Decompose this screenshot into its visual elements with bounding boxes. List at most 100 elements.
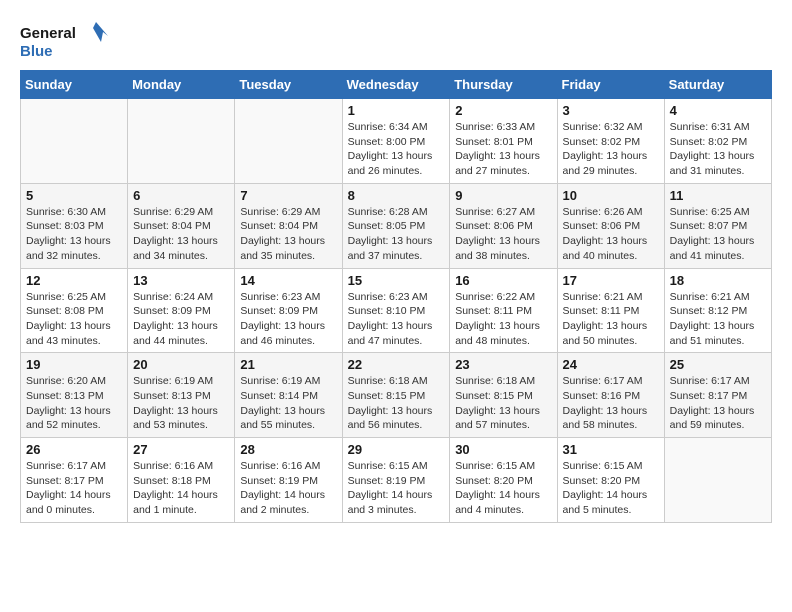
calendar-week-row: 1 Sunrise: 6:34 AM Sunset: 8:00 PM Daylig… [21,99,772,184]
day-number: 30 [455,442,551,457]
day-info: Sunrise: 6:18 AM Sunset: 8:15 PM Dayligh… [348,374,445,433]
calendar-cell: 12 Sunrise: 6:25 AM Sunset: 8:08 PM Dayli… [21,268,128,353]
day-number: 19 [26,357,122,372]
day-info: Sunrise: 6:29 AM Sunset: 8:04 PM Dayligh… [240,205,336,264]
logo: General Blue [20,20,110,60]
calendar-cell: 1 Sunrise: 6:34 AM Sunset: 8:00 PM Daylig… [342,99,450,184]
day-number: 23 [455,357,551,372]
day-info: Sunrise: 6:34 AM Sunset: 8:00 PM Dayligh… [348,120,445,179]
day-info: Sunrise: 6:22 AM Sunset: 8:11 PM Dayligh… [455,290,551,349]
weekday-header: Sunday [21,71,128,99]
weekday-header: Friday [557,71,664,99]
day-number: 10 [563,188,659,203]
day-info: Sunrise: 6:27 AM Sunset: 8:06 PM Dayligh… [455,205,551,264]
day-number: 3 [563,103,659,118]
calendar-cell: 2Sunrise: 6:33 AM Sunset: 8:01 PM Daylig… [450,99,557,184]
calendar-cell [235,99,342,184]
day-number: 4 [670,103,766,118]
day-number: 26 [26,442,122,457]
calendar-cell: 21 Sunrise: 6:19 AM Sunset: 8:14 PM Dayli… [235,353,342,438]
calendar-cell: 25 Sunrise: 6:17 AM Sunset: 8:17 PM Dayli… [664,353,771,438]
day-info: Sunrise: 6:30 AM Sunset: 8:03 PM Dayligh… [26,205,122,264]
weekday-header: Wednesday [342,71,450,99]
weekday-header: Tuesday [235,71,342,99]
day-number: 16 [455,273,551,288]
calendar-cell: 8 Sunrise: 6:28 AM Sunset: 8:05 PM Daylig… [342,183,450,268]
day-number: 11 [670,188,766,203]
day-info: Sunrise: 6:25 AM Sunset: 8:08 PM Dayligh… [26,290,122,349]
calendar-cell: 29 Sunrise: 6:15 AM Sunset: 8:19 PM Dayli… [342,438,450,523]
calendar-week-row: 5 Sunrise: 6:30 AM Sunset: 8:03 PM Daylig… [21,183,772,268]
day-number: 21 [240,357,336,372]
calendar-cell [128,99,235,184]
day-info: Sunrise: 6:17 AM Sunset: 8:17 PM Dayligh… [26,459,122,518]
calendar-cell: 31Sunrise: 6:15 AM Sunset: 8:20 PM Dayli… [557,438,664,523]
calendar-cell: 5 Sunrise: 6:30 AM Sunset: 8:03 PM Daylig… [21,183,128,268]
calendar-header-row: SundayMondayTuesdayWednesdayThursdayFrid… [21,71,772,99]
day-number: 1 [348,103,445,118]
calendar-cell: 19Sunrise: 6:20 AM Sunset: 8:13 PM Dayli… [21,353,128,438]
calendar-cell: 20Sunrise: 6:19 AM Sunset: 8:13 PM Dayli… [128,353,235,438]
day-number: 5 [26,188,122,203]
day-number: 31 [563,442,659,457]
calendar-week-row: 19Sunrise: 6:20 AM Sunset: 8:13 PM Dayli… [21,353,772,438]
day-info: Sunrise: 6:26 AM Sunset: 8:06 PM Dayligh… [563,205,659,264]
calendar-cell: 14 Sunrise: 6:23 AM Sunset: 8:09 PM Dayli… [235,268,342,353]
day-number: 7 [240,188,336,203]
calendar-cell: 18Sunrise: 6:21 AM Sunset: 8:12 PM Dayli… [664,268,771,353]
day-info: Sunrise: 6:23 AM Sunset: 8:09 PM Dayligh… [240,290,336,349]
day-number: 25 [670,357,766,372]
day-number: 22 [348,357,445,372]
day-number: 28 [240,442,336,457]
svg-text:General: General [20,25,76,42]
day-number: 15 [348,273,445,288]
day-info: Sunrise: 6:15 AM Sunset: 8:19 PM Dayligh… [348,459,445,518]
day-number: 6 [133,188,229,203]
calendar-table: SundayMondayTuesdayWednesdayThursdayFrid… [20,70,772,523]
day-number: 24 [563,357,659,372]
weekday-header: Monday [128,71,235,99]
calendar-cell: 24 Sunrise: 6:17 AM Sunset: 8:16 PM Dayli… [557,353,664,438]
weekday-header: Saturday [664,71,771,99]
calendar-cell: 6Sunrise: 6:29 AM Sunset: 8:04 PM Daylig… [128,183,235,268]
day-info: Sunrise: 6:32 AM Sunset: 8:02 PM Dayligh… [563,120,659,179]
calendar-cell: 26 Sunrise: 6:17 AM Sunset: 8:17 PM Dayli… [21,438,128,523]
day-info: Sunrise: 6:15 AM Sunset: 8:20 PM Dayligh… [455,459,551,518]
day-info: Sunrise: 6:18 AM Sunset: 8:15 PM Dayligh… [455,374,551,433]
day-number: 8 [348,188,445,203]
calendar-cell: 9 Sunrise: 6:27 AM Sunset: 8:06 PM Daylig… [450,183,557,268]
day-info: Sunrise: 6:25 AM Sunset: 8:07 PM Dayligh… [670,205,766,264]
weekday-header: Thursday [450,71,557,99]
calendar-cell [664,438,771,523]
day-info: Sunrise: 6:19 AM Sunset: 8:13 PM Dayligh… [133,374,229,433]
day-info: Sunrise: 6:19 AM Sunset: 8:14 PM Dayligh… [240,374,336,433]
calendar-cell: 16 Sunrise: 6:22 AM Sunset: 8:11 PM Dayli… [450,268,557,353]
calendar-cell: 11 Sunrise: 6:25 AM Sunset: 8:07 PM Dayli… [664,183,771,268]
calendar-cell: 13 Sunrise: 6:24 AM Sunset: 8:09 PM Dayli… [128,268,235,353]
day-info: Sunrise: 6:17 AM Sunset: 8:17 PM Dayligh… [670,374,766,433]
calendar-cell: 17Sunrise: 6:21 AM Sunset: 8:11 PM Dayli… [557,268,664,353]
day-info: Sunrise: 6:24 AM Sunset: 8:09 PM Dayligh… [133,290,229,349]
day-number: 9 [455,188,551,203]
day-number: 29 [348,442,445,457]
day-number: 12 [26,273,122,288]
day-info: Sunrise: 6:17 AM Sunset: 8:16 PM Dayligh… [563,374,659,433]
day-number: 14 [240,273,336,288]
calendar-cell: 4Sunrise: 6:31 AM Sunset: 8:02 PM Daylig… [664,99,771,184]
calendar-cell: 23 Sunrise: 6:18 AM Sunset: 8:15 PM Dayli… [450,353,557,438]
day-number: 13 [133,273,229,288]
day-info: Sunrise: 6:28 AM Sunset: 8:05 PM Dayligh… [348,205,445,264]
day-number: 27 [133,442,229,457]
svg-text:Blue: Blue [20,43,53,60]
calendar-cell: 30 Sunrise: 6:15 AM Sunset: 8:20 PM Dayli… [450,438,557,523]
logo-svg: General Blue [20,20,110,60]
calendar-cell: 22 Sunrise: 6:18 AM Sunset: 8:15 PM Dayli… [342,353,450,438]
day-info: Sunrise: 6:16 AM Sunset: 8:18 PM Dayligh… [133,459,229,518]
calendar-week-row: 26 Sunrise: 6:17 AM Sunset: 8:17 PM Dayli… [21,438,772,523]
day-number: 17 [563,273,659,288]
day-number: 18 [670,273,766,288]
calendar-cell [21,99,128,184]
calendar-week-row: 12 Sunrise: 6:25 AM Sunset: 8:08 PM Dayli… [21,268,772,353]
calendar-cell: 27 Sunrise: 6:16 AM Sunset: 8:18 PM Dayli… [128,438,235,523]
page-header: General Blue [20,20,772,60]
